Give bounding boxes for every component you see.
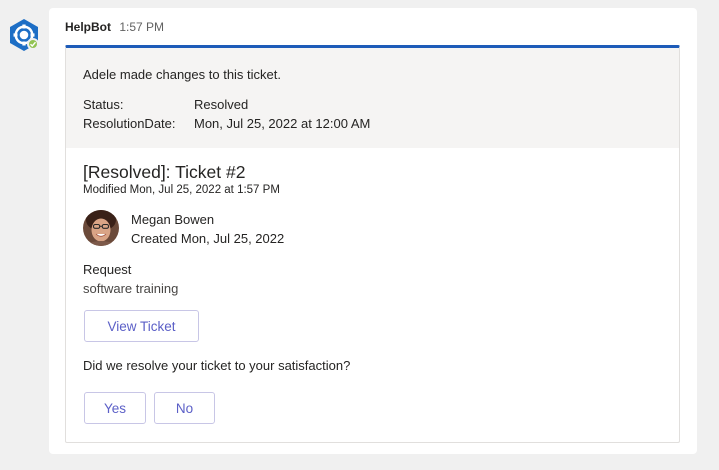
change-summary-text: Adele made changes to this ticket. bbox=[83, 67, 282, 82]
presence-available-icon bbox=[27, 38, 39, 50]
sender-name[interactable]: HelpBot bbox=[65, 20, 111, 34]
fact-resolution-date: ResolutionDate: Mon, Jul 25, 2022 at 12:0… bbox=[83, 116, 370, 131]
ticket-created-date: Created Mon, Jul 25, 2022 bbox=[131, 231, 285, 246]
chat-message: HelpBot 1:57 PM Adele made changes to th… bbox=[49, 8, 697, 454]
message-timestamp: 1:57 PM bbox=[119, 20, 165, 34]
no-button[interactable]: No bbox=[154, 392, 215, 424]
ticket-title: [Resolved]: Ticket #2 bbox=[83, 162, 246, 182]
fact-key: ResolutionDate: bbox=[83, 116, 176, 131]
fact-value: Mon, Jul 25, 2022 at 12:00 AM bbox=[194, 116, 371, 131]
fact-status: Status: Resolved bbox=[83, 97, 248, 112]
view-ticket-button[interactable]: View Ticket bbox=[84, 310, 199, 342]
adaptive-card: Adele made changes to this ticket. Statu… bbox=[65, 45, 680, 443]
requester-avatar bbox=[83, 210, 119, 246]
request-label: Request bbox=[83, 262, 132, 277]
fact-value: Resolved bbox=[194, 97, 249, 112]
ticket-modified-date: Modified Mon, Jul 25, 2022 at 1:57 PM bbox=[83, 184, 280, 196]
change-summary-section: Adele made changes to this ticket. Statu… bbox=[66, 48, 679, 148]
fact-key: Status: bbox=[83, 97, 124, 112]
request-value: software training bbox=[83, 281, 179, 296]
satisfaction-question: Did we resolve your ticket to your satis… bbox=[83, 358, 351, 373]
requester-name: Megan Bowen bbox=[131, 212, 215, 227]
yes-button[interactable]: Yes bbox=[84, 392, 146, 424]
message-header: HelpBot 1:57 PM bbox=[65, 20, 164, 34]
